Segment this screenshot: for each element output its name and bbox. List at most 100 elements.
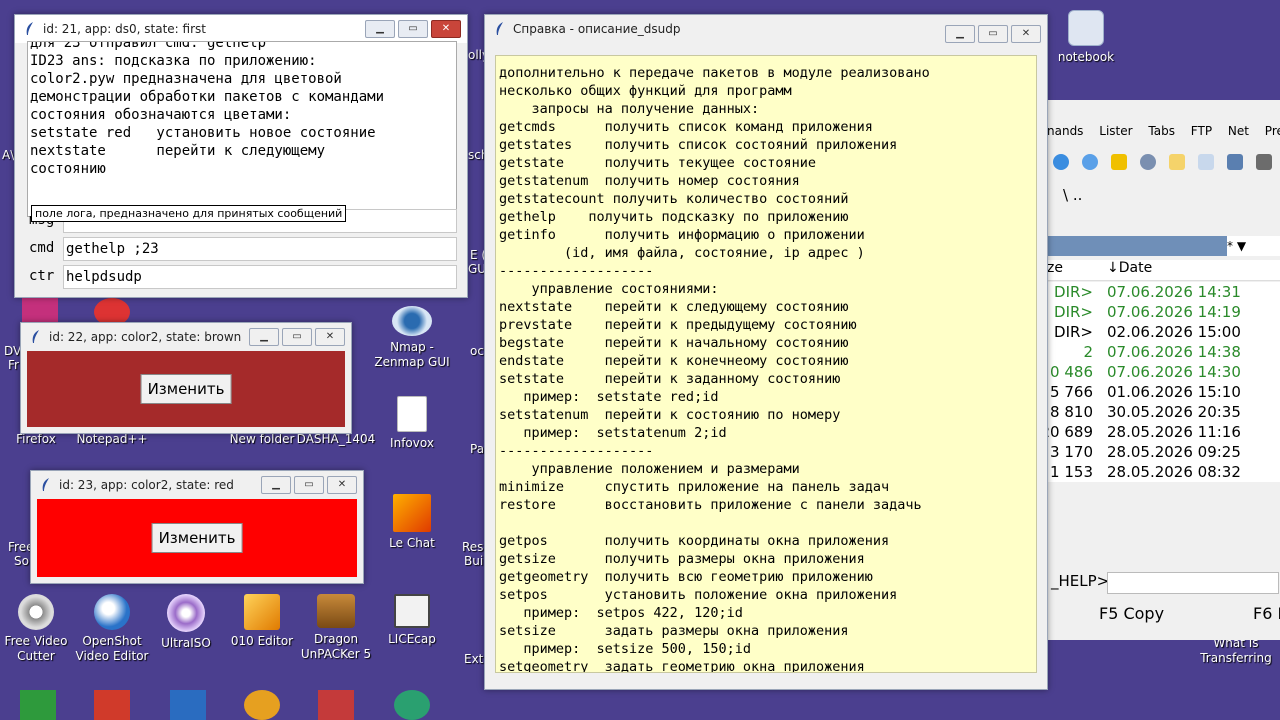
desktop-icon-firefox[interactable]: Firefox [0,432,76,447]
f6-move-button[interactable]: F6 M [1253,604,1280,623]
fm-menu-tabs[interactable]: Tabs [1148,124,1175,138]
fm-menu-commands[interactable]: nands [1047,124,1083,138]
warning-icon[interactable] [1111,154,1127,170]
partial-label: Pa [470,442,485,456]
search-icon[interactable] [1140,154,1156,170]
change-button[interactable]: Изменить [140,374,232,404]
ctr-label: ctr [29,268,55,284]
brown-titlebar[interactable]: id: 22, app: color2, state: brown ▁ ▭ ✕ [21,323,351,351]
fm-size: 0 486 [1050,363,1093,381]
lechat-icon [393,494,431,532]
minimize-button[interactable]: ▁ [261,476,291,494]
feather-icon [42,478,49,491]
minimize-button[interactable]: ▁ [249,328,279,346]
desktop-icon-dasha[interactable]: DASHA_1404 [296,432,376,447]
log-line: состоянию [30,161,106,177]
help-text-area[interactable]: дополнительно к передаче пакетов в модул… [495,55,1037,673]
ds0-log-area[interactable]: для 23 отправил cmd: gethelp ID23 ans: п… [27,41,457,217]
desktop-icon-lechat[interactable]: Le Chat [372,494,452,551]
fm-column-header: ze ↓Date [1047,260,1280,281]
partial-label: Fr [8,358,19,372]
log-line: состояния обозначаются цветами: [30,107,292,123]
log-line: color2.pyw предназначена для цветовой [30,71,342,87]
partial-label: oc [470,344,484,358]
fm-header-size[interactable]: ze [1047,260,1063,276]
app-icon [94,690,130,720]
maximize-button[interactable]: ▭ [398,20,428,38]
close-button[interactable]: ✕ [1011,25,1041,43]
desktop-icon-label: notebook [1057,50,1115,64]
fm-menu-lister[interactable]: Lister [1099,124,1132,138]
fm-menu-ftp[interactable]: FTP [1191,124,1212,138]
table-row[interactable]: 1 153 28.05.2026 08:32 [1047,462,1280,482]
table-row[interactable]: 3 170 28.05.2026 09:25 [1047,442,1280,462]
fm-date: 07.06.2026 14:31 [1107,283,1241,301]
fm-cmd-input[interactable] [1107,572,1279,594]
fm-tab-marker[interactable]: * ▼ [1227,236,1280,256]
fm-menu-preferences[interactable]: Prefere [1265,124,1280,138]
fm-function-keys: F5 Copy F6 M [1047,600,1280,628]
close-button[interactable]: ✕ [327,476,357,494]
close-button[interactable]: ✕ [315,328,345,346]
cmd-input[interactable]: gethelp ;23 [63,237,457,261]
maximize-button[interactable]: ▭ [294,476,324,494]
notebook-icon [1068,10,1104,46]
fm-path: \ .. [1063,186,1083,204]
image-icon[interactable] [1227,154,1243,170]
help-titlebar[interactable]: Справка - описание_dsudp ▁ ▭ ✕ [485,15,1047,43]
ds0-titlebar[interactable]: id: 21, app: ds0, state: first ▁ ▭ ✕ [15,15,467,43]
log-line: nextstate перейти к следующему [30,143,326,159]
desktop-icon-label: Free Video Cutter [4,634,68,663]
desktop-icon-notebook[interactable]: notebook [1046,10,1126,65]
desktop-icon-label: OpenShot Video Editor [75,634,149,663]
desktop-icon-ultraiso[interactable]: UltraISO [146,594,226,651]
fm-size: 8 810 [1050,403,1093,421]
table-row[interactable]: DIR> 07.06.2026 14:31 [1047,282,1280,302]
fm-date: 01.06.2026 15:10 [1107,383,1241,401]
table-row[interactable]: 8 810 30.05.2026 20:35 [1047,402,1280,422]
edit-icon[interactable] [1169,154,1185,170]
table-row[interactable]: DIR> 07.06.2026 14:19 [1047,302,1280,322]
browser-icon[interactable] [1053,154,1069,170]
table-row[interactable]: 5 766 01.06.2026 15:10 [1047,382,1280,402]
f5-copy-button[interactable]: F5 Copy [1099,604,1164,623]
fm-size: DIR> [1054,303,1093,321]
close-button[interactable]: ✕ [431,20,461,38]
table-row[interactable]: 20 689 28.05.2026 11:16 [1041,422,1280,442]
desktop-icon-freevideocutter[interactable]: Free Video Cutter [0,594,76,664]
desktop-icon-nmap[interactable]: Nmap - Zenmap GUI [372,306,452,370]
red-titlebar[interactable]: id: 23, app: color2, state: red ▁ ▭ ✕ [31,471,363,499]
globe-icon[interactable] [1082,154,1098,170]
ctr-input[interactable]: helpdsudp [63,265,457,289]
fm-date: 28.05.2026 08:32 [1107,463,1241,481]
log-line: демонстрации обработки пакетов с команда… [30,89,385,105]
fm-header-date[interactable]: ↓Date [1107,260,1152,276]
desktop-icon-licecap[interactable]: LICEcap [372,594,452,647]
desktop-icon-newfolder[interactable]: New folder [222,432,302,447]
fm-size: 1 153 [1050,463,1093,481]
desktop-icon-notepadpp[interactable]: Notepad++ [72,432,152,447]
fm-date: 02.06.2026 15:00 [1107,323,1241,341]
desktop-icon-010editor[interactable]: 010 Editor [222,594,302,649]
file-manager-window: nands Lister Tabs FTP Net Prefere \ .. *… [1041,100,1280,640]
fm-menu-net[interactable]: Net [1228,124,1249,138]
desktop-icon-whatis[interactable]: What Is Transferring [1196,636,1276,666]
settings-icon[interactable] [1256,154,1272,170]
color2-brown-window: id: 22, app: color2, state: brown ▁ ▭ ✕ … [20,322,352,434]
clipboard-icon[interactable] [1198,154,1214,170]
table-row[interactable]: 0 486 07.06.2026 14:30 [1047,362,1280,382]
desktop-icon-dragon[interactable]: Dragon UnPACKer 5 [296,594,376,662]
editor-icon [244,594,280,630]
minimize-button[interactable]: ▁ [945,25,975,43]
minimize-button[interactable]: ▁ [365,20,395,38]
maximize-button[interactable]: ▭ [978,25,1008,43]
desktop-icon-infovox[interactable]: Infovox [372,396,452,451]
red-color-panel: Изменить [37,499,357,577]
desktop-icon-openshot[interactable]: OpenShot Video Editor [72,594,152,664]
table-row[interactable]: DIR> 02.06.2026 15:00 [1047,322,1280,342]
table-row[interactable]: 2 07.06.2026 14:38 [1047,342,1280,362]
desktop-icon-label: Nmap - Zenmap GUI [374,340,450,369]
fm-date: 28.05.2026 09:25 [1107,443,1241,461]
change-button[interactable]: Изменить [151,523,243,553]
maximize-button[interactable]: ▭ [282,328,312,346]
